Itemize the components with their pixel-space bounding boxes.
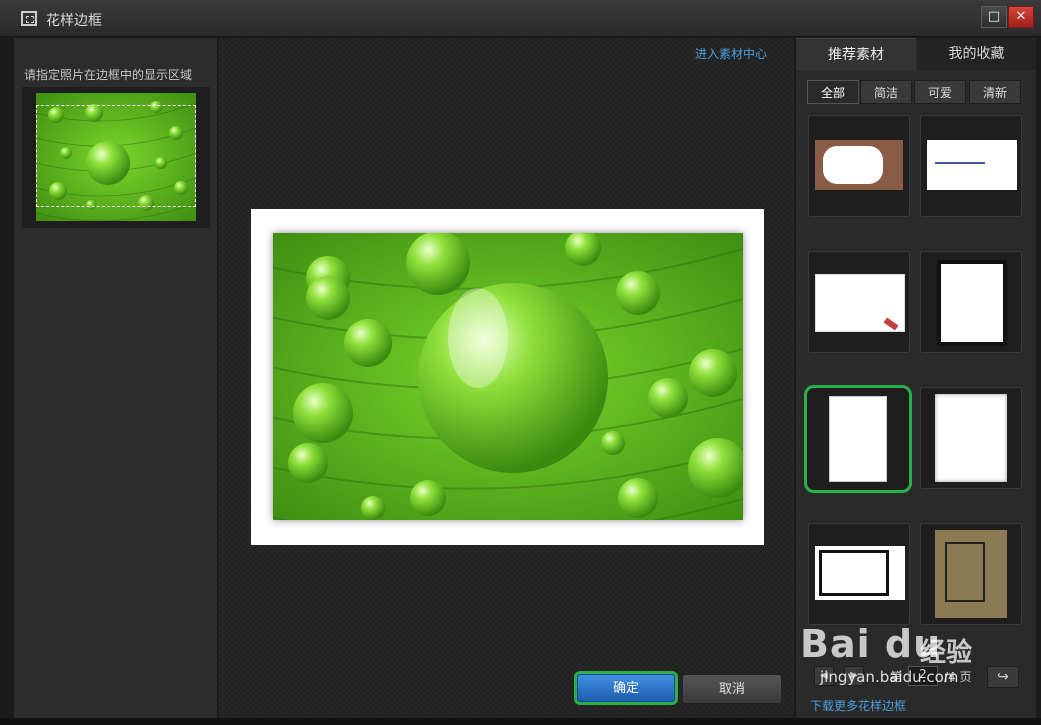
frame-tile-selected[interactable]	[804, 385, 912, 493]
frame-thumb-image	[815, 546, 905, 600]
frame-tile[interactable]	[920, 251, 1022, 353]
frame-app-icon	[21, 11, 37, 26]
category-simple[interactable]: 简洁	[860, 80, 912, 104]
close-button[interactable]: ✕	[1008, 6, 1034, 28]
window-title: 花样边框	[46, 13, 102, 29]
frame-thumb-image	[935, 394, 1007, 482]
preview-panel: 进入素材中心 确定 取消	[219, 38, 794, 718]
maximize-button[interactable]: □	[981, 6, 1007, 28]
frame-tile[interactable]	[920, 523, 1022, 625]
frame-thumb-image	[927, 140, 1017, 190]
baidu-jingyan-watermark: Bai du 经验 jingyan.baidu.com	[800, 612, 990, 692]
frame-tile[interactable]	[808, 115, 910, 217]
frame-preview	[251, 209, 764, 545]
category-fresh[interactable]: 清新	[969, 80, 1021, 104]
go-page-button[interactable]: ↪	[987, 666, 1019, 688]
frame-thumb-image	[937, 260, 1007, 346]
preview-photo	[273, 233, 743, 520]
frame-tile[interactable]	[808, 251, 910, 353]
frame-thumb-image	[829, 396, 887, 482]
watermark-url: jingyan.baidu.com	[820, 668, 959, 686]
frame-thumb-image	[815, 274, 905, 332]
cancel-button[interactable]: 取消	[682, 674, 782, 704]
material-center-link[interactable]: 进入素材中心	[695, 45, 767, 62]
ok-button[interactable]: 确定	[577, 674, 675, 702]
tab-recommended[interactable]: 推荐素材	[796, 38, 916, 70]
frame-tile[interactable]	[808, 523, 910, 625]
frame-thumb-image	[815, 140, 903, 190]
left-panel: 请指定照片在边框中的显示区域	[13, 38, 218, 718]
frame-grid	[804, 110, 1028, 630]
photo-thumbnail-box	[22, 87, 210, 228]
tab-favorites[interactable]: 我的收藏	[917, 38, 1036, 70]
frame-tile[interactable]	[920, 115, 1022, 217]
display-area-label: 请指定照片在边框中的显示区域	[24, 68, 193, 82]
frame-tile[interactable]	[920, 387, 1022, 489]
bottom-strip	[0, 718, 1041, 725]
download-more-frames-link[interactable]: 下载更多花样边框	[810, 697, 906, 714]
frame-thumb-image	[935, 530, 1007, 618]
category-all[interactable]: 全部	[807, 80, 859, 104]
display-area-selection[interactable]	[36, 105, 196, 207]
title-bar: 花样边框 □ ✕	[0, 0, 1041, 37]
category-cute[interactable]: 可爱	[914, 80, 966, 104]
watermark-jingyan: 经验	[920, 638, 973, 668]
